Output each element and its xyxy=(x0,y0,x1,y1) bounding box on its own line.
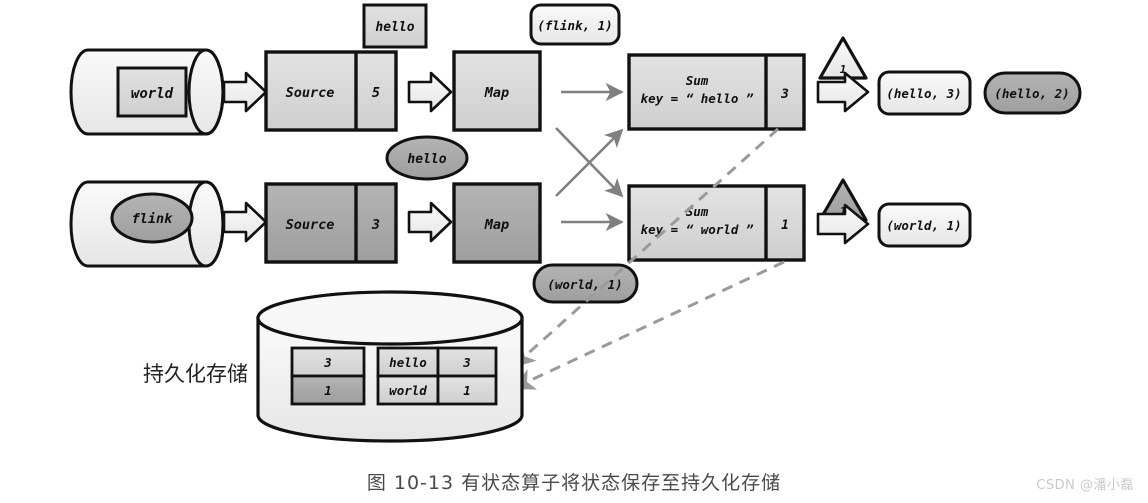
map-operator-2: Map xyxy=(452,182,542,264)
floating-world-tuple-label: (world, 1) xyxy=(547,277,622,292)
stream-record-1: world xyxy=(116,66,188,118)
storage-state-key-0: hello xyxy=(389,355,427,370)
hello-two-pill: (hello, 2) xyxy=(983,71,1082,115)
sum-state-value-1: 3 xyxy=(780,87,789,102)
flow-arrow-source-2 xyxy=(222,201,268,243)
storage-offset-value-1: 1 xyxy=(324,383,332,398)
output-record-1-label: (hello, 3) xyxy=(886,86,961,101)
source-operator-1: Source 5 xyxy=(264,50,398,132)
storage-offset-value-0: 3 xyxy=(323,355,332,370)
source-offset-1: 5 xyxy=(372,85,380,101)
storage-state-key-1: world xyxy=(389,383,427,398)
output-record-2: (world, 1) xyxy=(877,202,972,248)
sum-operator-2-key: key = “ world ” xyxy=(641,222,754,237)
floating-hello-ellipse-label: hello xyxy=(407,152,446,167)
sum-operator-2-title: Sum xyxy=(686,204,709,219)
sum-operator-1-title: Sum xyxy=(686,73,709,88)
floating-hello-ellipse: hello xyxy=(385,135,469,181)
stream-record-2-label: flink xyxy=(132,211,174,227)
floating-hello-box-label: hello xyxy=(375,20,414,35)
sum-operator-1-key: key = “ hello ” xyxy=(641,91,754,106)
output-record-2-label: (world, 1) xyxy=(886,218,961,233)
figure-caption: 图 10-13 有状态算子将状态保存至持久化存储 xyxy=(366,472,782,494)
figure-root: world Source 5 Map Sum key = “ hello ” 3… xyxy=(0,0,1148,503)
map-operator-1-label: Map xyxy=(484,85,509,101)
map-operator-1: Map xyxy=(452,50,542,132)
source-offset-2: 3 xyxy=(371,217,380,233)
hello-two-pill-label: (hello, 2) xyxy=(994,86,1069,101)
persistent-storage-label: 持久化存储 xyxy=(143,362,248,386)
source-operator-1-label: Source xyxy=(286,85,335,101)
sum-state-value-2: 1 xyxy=(781,218,789,233)
stream-record-1-label: world xyxy=(131,86,174,102)
storage-offset-table: 3 1 xyxy=(290,346,366,406)
floating-flink-tuple-label: (flink, 1) xyxy=(537,18,612,33)
stream-record-2: flink xyxy=(110,192,194,244)
watermark: CSDN @潘小磊 xyxy=(1036,478,1134,493)
source-operator-2: Source 3 xyxy=(264,182,398,264)
flow-arrow-source-1 xyxy=(222,71,268,113)
storage-state-table: hello 3 world 1 xyxy=(376,346,498,406)
stateful-operator-diagram: world Source 5 Map Sum key = “ hello ” 3… xyxy=(69,3,1082,443)
floating-flink-tuple: (flink, 1) xyxy=(529,3,621,46)
sum-operator-2: Sum key = “ world ” 1 xyxy=(627,184,806,262)
sum-operator-1: Sum key = “ hello ” 3 xyxy=(627,53,806,131)
storage-state-value-0: 3 xyxy=(462,355,471,370)
storage-state-value-1: 1 xyxy=(463,383,471,398)
flow-arrow-map-1 xyxy=(407,71,453,113)
flow-arrow-map-2 xyxy=(407,201,453,243)
source-operator-2-label: Source xyxy=(286,217,335,233)
map-operator-2-label: Map xyxy=(484,217,509,233)
floating-hello-box: hello xyxy=(362,3,428,49)
checkpoint-barrier-1: 1 xyxy=(818,36,868,80)
output-record-1: (hello, 3) xyxy=(877,70,972,116)
